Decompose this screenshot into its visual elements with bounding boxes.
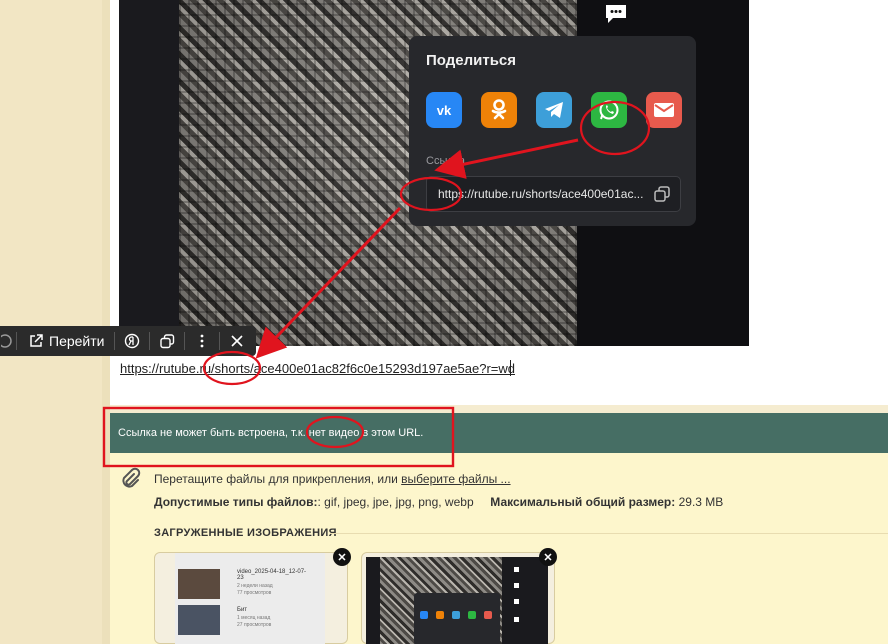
link-toolbar: Перейти [0,326,256,356]
allowed-types-line: Допустимые типы файлов:: gif, jpeg, jpe,… [154,495,723,509]
yandex-icon[interactable] [115,326,149,356]
comment-icon[interactable] [603,1,629,27]
thumb-mail-icon [484,611,492,619]
pasted-url-link[interactable]: https://rutube.ru/shorts/ace400e01ac82f6… [120,361,515,376]
thumb-video-preview [178,605,220,635]
thumb-ok-icon [436,611,444,619]
types-value: : gif, jpeg, jpe, jpg, png, webp [317,495,474,509]
drag-text: Перетащите файлы для прикрепления, или [154,472,402,486]
go-button-label: Перейти [49,333,105,349]
thumb-video-meta: 1 месяц назад [237,615,271,621]
embedded-screenshot: Поделиться vk Ссылка https://rutube.ru/s… [119,0,749,346]
browser-logo-icon [0,326,16,356]
close-toolbar-icon[interactable] [220,326,254,356]
share-title: Поделиться [426,52,517,69]
remove-thumbnail-icon[interactable]: ✕ [539,548,557,566]
remove-thumbnail-icon[interactable]: ✕ [333,548,351,566]
choose-files-link[interactable]: выберите файлы ... [401,472,510,486]
thumb-whatsapp-icon [468,611,476,619]
thumbnail-image [366,557,548,644]
paperclip-icon [118,467,142,494]
thumb-vk-icon [420,611,428,619]
section-divider [330,533,888,534]
embed-error-text: Ссылка не может быть встроена, т.к. нет … [118,427,424,439]
max-size-value: 29.3 MB [675,495,724,509]
left-margin-strip [0,0,110,644]
thumb-video-meta: 2 недели назад [237,583,273,589]
thumb-telegram-icon [452,611,460,619]
link-field[interactable]: https://rutube.ru/shorts/ace400e01ac... [426,176,681,212]
ok-share-icon[interactable] [481,92,517,128]
embed-error-notice: Ссылка не может быть встроена, т.к. нет … [110,413,888,453]
go-button[interactable]: Перейти [17,326,114,356]
link-label: Ссылка [426,155,465,167]
uploaded-thumbnail[interactable]: video_2025-04-18_12-07-23 2 недели назад… [154,552,348,644]
thumb-rail-icon [514,617,519,622]
types-label: Допустимые типы файлов: [154,495,318,509]
copy-icon[interactable] [654,186,670,205]
thumb-rail-icon [514,599,519,604]
thumb-rail-icon [514,567,519,572]
whatsapp-share-icon[interactable] [591,92,627,128]
mail-share-icon[interactable] [646,92,682,128]
vk-share-icon[interactable]: vk [426,92,462,128]
external-link-icon [30,334,43,347]
thumb-video-preview [178,569,220,599]
uploaded-thumbnail[interactable] [361,552,555,644]
vk-share-label: vk [436,102,452,118]
thumb-rail-icon [514,583,519,588]
left-border [102,0,110,644]
thumb-share-popup [414,593,500,644]
thumb-video-title: Бит [237,607,248,613]
link-field-text: https://rutube.ru/shorts/ace400e01ac... [438,187,643,201]
uploaded-images-heading: ЗАГРУЖЕННЫЕ ИЗОБРАЖЕНИЯ [154,527,337,539]
thumbnail-image: video_2025-04-18_12-07-23 2 недели назад… [175,553,325,644]
copy-link-icon[interactable] [150,326,184,356]
thumb-video-title: video_2025-04-18_12-07-23 [237,569,307,581]
attach-instructions: Перетащите файлы для прикрепления, или в… [154,472,511,486]
share-popup: Поделиться vk Ссылка https://rutube.ru/s… [409,36,696,226]
max-size-label: Максимальный общий размер: [490,495,676,509]
thumb-video-views: 27 просмотров [237,622,272,628]
text-caret [510,360,511,376]
telegram-share-icon[interactable] [536,92,572,128]
more-menu-icon[interactable] [185,326,219,356]
thumb-video-views: 77 просмотров [237,590,272,596]
